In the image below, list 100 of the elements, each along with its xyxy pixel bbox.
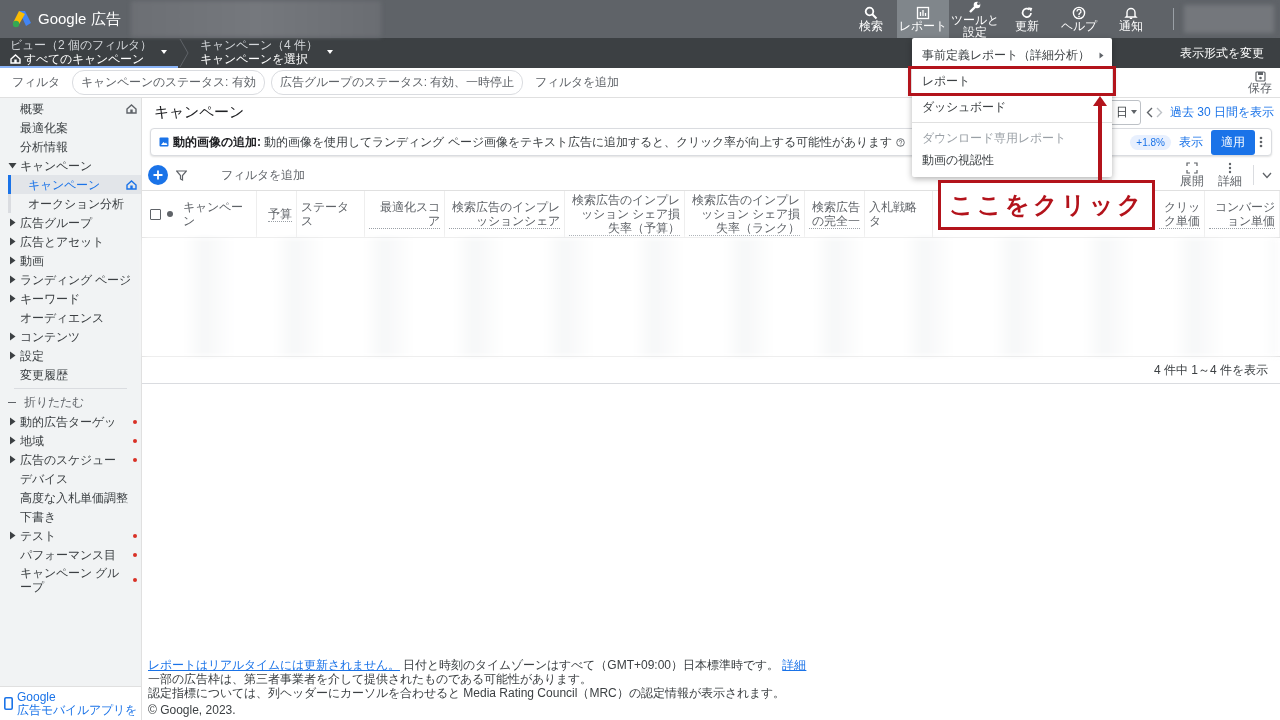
copyright: © Google, 2023. (148, 703, 237, 717)
sidebar-item[interactable]: コンテンツ (0, 327, 141, 346)
sidebar-item[interactable]: 変更履歴 (0, 365, 141, 384)
toolbar-button[interactable]: 展開 (1177, 162, 1207, 188)
row-count: 4 件中 1～4 件を表示 (1153, 361, 1268, 379)
toolbar-button[interactable]: 通知 (1105, 0, 1157, 38)
column-header[interactable]: 入札戦略タ (865, 191, 933, 237)
filter-icon[interactable] (176, 169, 187, 181)
column-header[interactable]: キャンペーン (179, 191, 257, 237)
apply-button[interactable]: 適用 (1211, 129, 1255, 155)
filter-chip[interactable]: キャンペーンのステータス: 有効 (72, 70, 265, 95)
add-button[interactable] (148, 165, 168, 185)
sidebar-item[interactable]: テスト (0, 526, 141, 545)
phone-icon (4, 697, 13, 710)
sidebar-item[interactable]: 最適化案 (0, 118, 141, 137)
toolbar-button[interactable]: 検索 (845, 0, 897, 38)
sidebar-item[interactable]: キャンペーン グループ (0, 564, 141, 596)
collapse-button[interactable]: 折りたたむ (0, 393, 92, 412)
sidebar-item[interactable]: 分析情報 (0, 137, 141, 156)
sidebar-item[interactable]: ランディング ページ (0, 270, 141, 289)
change-view-button[interactable]: 表示形式を変更 (1174, 43, 1270, 63)
caret-icon (160, 48, 168, 56)
sidebar-item[interactable]: オーディエンス (0, 308, 141, 327)
alert-dot (133, 552, 137, 557)
triangle-icon (8, 294, 17, 303)
date-range-link[interactable]: 過去 30 日間を表示 (1170, 103, 1274, 121)
sidebar-item[interactable]: 動画 (0, 251, 141, 270)
home-icon (126, 179, 137, 190)
filter-label: フィルタ (12, 74, 60, 91)
more-vert-icon[interactable] (1259, 136, 1263, 148)
alert-dot (133, 419, 137, 424)
sidebar-item[interactable]: 地域 (0, 431, 141, 450)
sidebar-item[interactable]: パフォーマンス目 (0, 545, 141, 564)
help-icon[interactable] (895, 137, 905, 147)
view-picker[interactable]: キャンペーン（4 件） キャンペーンを選択 (190, 38, 345, 68)
column-header[interactable]: 検索広告のインプレッション シェア損失率（ランク） (685, 191, 805, 237)
caret-icon (1130, 108, 1138, 116)
add-filter-button[interactable]: フィルタを追加 (529, 73, 626, 92)
menu-item[interactable]: レポート (912, 70, 1112, 92)
footer-note: 一部の広告枠は、第三者事業者を介して提供されたものである可能性があります。 (148, 672, 593, 686)
sidebar-item[interactable]: 高度な入札単価調整 (0, 488, 141, 507)
footer-note: レポートはリアルタイムには更新されません。 日付と時刻のタイムゾーンはすべて（GMT+09:00）日本標準時です。 詳細 (148, 658, 808, 672)
column-header[interactable]: コンバージョン単価 (1205, 191, 1280, 237)
triangle-icon (8, 256, 17, 265)
sidebar-item[interactable]: キーワード (0, 289, 141, 308)
realtime-link[interactable]: レポートはリアルタイムには更新されません。 (148, 658, 400, 672)
chevron-left-icon[interactable] (1146, 106, 1153, 118)
triangle-icon (8, 332, 17, 341)
save-button[interactable]: 保存 (1248, 70, 1272, 95)
sidebar-item[interactable]: 概要 (0, 99, 141, 118)
column-header[interactable]: 検索広告のインプレッション シェア損失率（予算） (565, 191, 685, 237)
callout-text: ここをクリック (948, 190, 1145, 220)
toolbar-button[interactable]: ツールと設定 (949, 0, 1001, 38)
add-filter-button[interactable]: フィルタを追加 (215, 165, 311, 185)
page-title: キャンペーン (154, 102, 244, 122)
footer-note: 認定指標については、列ヘッダーにカーソルを合わせると Media Rating Council（MRC）の認定情報が表示されます。 (148, 686, 786, 700)
filter-chip[interactable]: 広告グループのステータス: 有効、一時停止 (270, 70, 524, 95)
alert-dot (133, 438, 137, 443)
triangle-icon (8, 161, 17, 170)
triangle-icon (8, 275, 17, 284)
triangle-icon (8, 455, 17, 464)
alert-dot (133, 578, 137, 582)
triangle-icon (8, 436, 17, 445)
sidebar-item[interactable]: 設定 (0, 346, 141, 365)
sidebar-item[interactable]: 広告とアセット (0, 232, 141, 251)
column-header[interactable]: 検索広告の完全一 (805, 191, 865, 237)
menu-item[interactable]: 事前定義レポート（詳細分析） (912, 44, 1112, 66)
triangle-icon (1099, 51, 1104, 59)
details-link[interactable]: 詳細 (782, 658, 807, 672)
search-icon (864, 6, 878, 20)
menu-item[interactable]: 動画の視認性 (912, 149, 1112, 171)
toolbar-button[interactable]: ヘルプ (1053, 0, 1105, 38)
toolbar-button[interactable]: レポート (897, 0, 949, 38)
sidebar-item[interactable]: 広告のスケジュー (0, 450, 141, 469)
column-header[interactable]: 最適化スコア (365, 191, 445, 237)
sidebar-item[interactable]: デバイス (0, 469, 141, 488)
app-promo-link[interactable]: 広告モバイルアプリを (17, 703, 137, 717)
sidebar-item[interactable]: キャンペーン (8, 175, 141, 194)
menu-item[interactable]: ダッシュボード (912, 96, 1112, 118)
triangle-icon (8, 351, 17, 360)
triangle-icon (8, 218, 17, 227)
alert-dot (133, 533, 137, 538)
column-header[interactable]: ステータス (297, 191, 365, 237)
column-header[interactable]: 検索広告のインプレッションシェア (445, 191, 565, 237)
triangle-icon (8, 531, 17, 540)
home-icon (126, 103, 137, 114)
toolbar-button[interactable]: 更新 (1001, 0, 1053, 38)
sidebar-item[interactable]: キャンペーン (0, 156, 141, 175)
chevron-down-icon[interactable] (1262, 171, 1272, 179)
product-name: Google 広告 (38, 9, 121, 29)
column-header[interactable]: 予算 (257, 191, 297, 237)
checkbox[interactable] (150, 208, 161, 220)
sidebar-item[interactable]: 動的広告ターゲッ (0, 412, 141, 431)
bar-chart-icon (916, 6, 930, 20)
help-icon (1072, 6, 1086, 20)
toolbar-button[interactable]: 詳細 (1215, 162, 1245, 188)
caret-icon (326, 48, 335, 56)
view-link[interactable]: 表示 (1179, 133, 1203, 151)
sidebar-item[interactable]: 下書き (0, 507, 141, 526)
sidebar-item[interactable]: 広告グループ (0, 213, 141, 232)
